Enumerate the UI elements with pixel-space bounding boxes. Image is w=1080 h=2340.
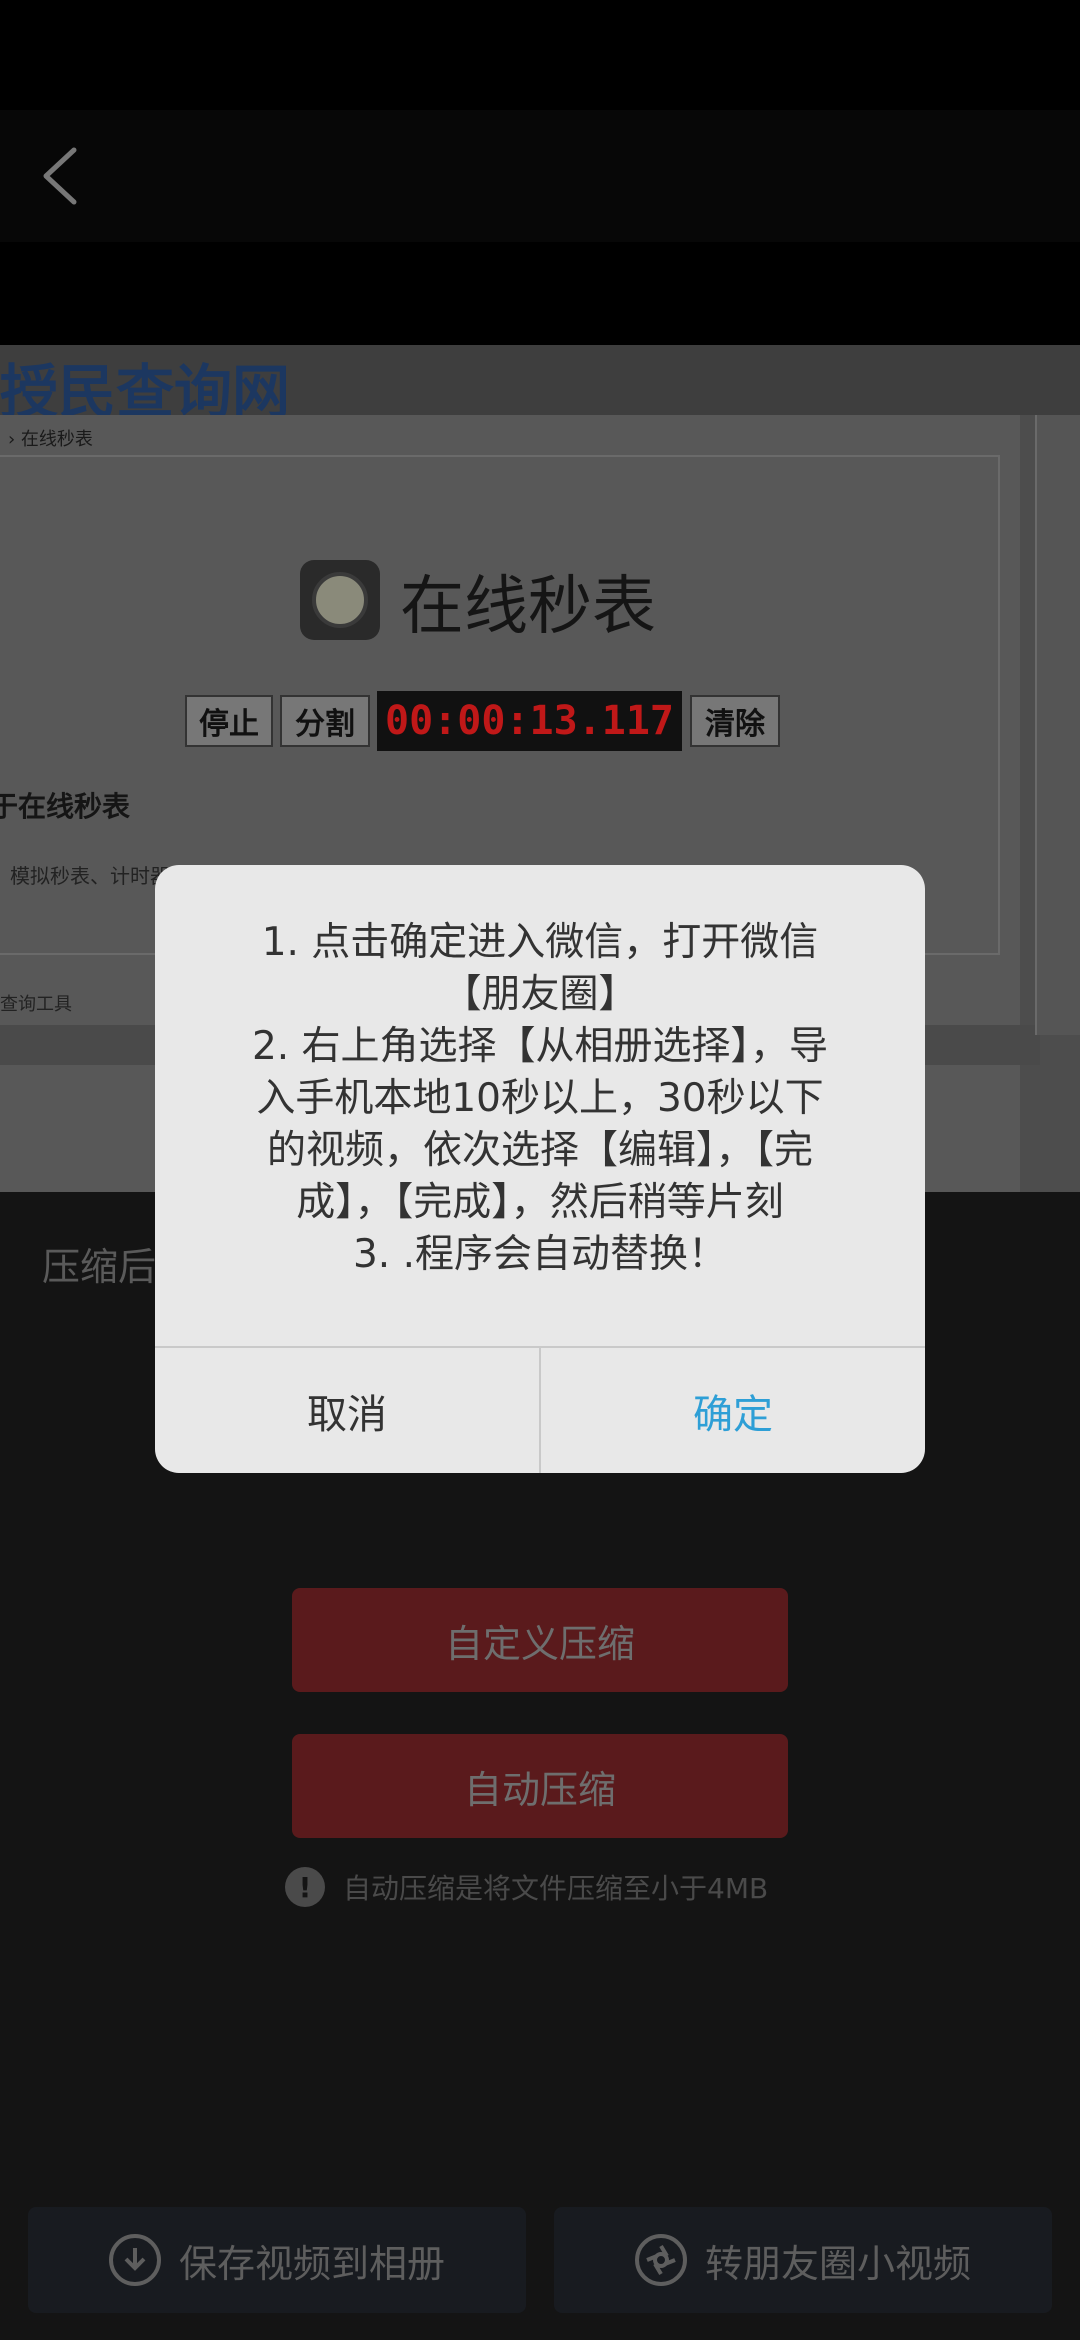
confirm-button[interactable]: 确定 — [541, 1348, 925, 1473]
dialog-line: 2. 右上角选择【从相册选择】，导 — [251, 1024, 829, 1069]
stopwatch-icon — [300, 560, 380, 640]
exclamation-icon: ! — [285, 1867, 325, 1907]
video-sidebar — [1035, 415, 1080, 1035]
dialog-message: 1. 点击确定进入微信，打开微信 【朋友圈】 2. 右上角选择【从相册选择】，导… — [185, 917, 895, 1281]
dialog-line: 成】，【完成】，然后稍等片刻 — [296, 1180, 784, 1225]
video-timer-readout: 00:00:13.117 — [377, 691, 682, 751]
dialog-line: 1. 点击确定进入微信，打开微信 — [261, 920, 819, 965]
compress-hint: ! 自动压缩是将文件压缩至小于4MB — [285, 1862, 768, 1912]
video-subtitle: 于在线秒表 — [0, 790, 131, 823]
dialog-line: 【朋友圈】 — [442, 972, 638, 1017]
chevron-left-icon — [43, 147, 77, 205]
share-moments-button[interactable]: 转朋友圈小视频 — [554, 2207, 1052, 2313]
save-video-label: 保存视频到相册 — [178, 2241, 445, 2286]
status-bar — [0, 0, 1080, 110]
share-moments-label: 转朋友圈小视频 — [704, 2241, 971, 2286]
aperture-icon — [634, 2234, 687, 2286]
instruction-dialog: 1. 点击确定进入微信，打开微信 【朋友圈】 2. 右上角选择【从相册选择】，导… — [155, 865, 925, 1473]
dialog-line: 入手机本地10秒以上，30秒以下 — [256, 1076, 824, 1121]
video-breadcrumb: › 在线秒表 — [8, 429, 93, 450]
compress-size-label: 压缩后 — [42, 1245, 157, 1289]
video-clear-label: 清除 — [690, 695, 780, 747]
dialog-line: 3. .程序会自动替换！ — [352, 1232, 727, 1277]
cancel-button[interactable]: 取消 — [155, 1348, 539, 1473]
video-site-header: 授民查询网 — [0, 345, 1080, 426]
save-video-button[interactable]: 保存视频到相册 — [28, 2207, 526, 2313]
compress-hint-text: 自动压缩是将文件压缩至小于4MB — [343, 1872, 769, 1905]
video-stop-label: 停止 — [185, 695, 273, 747]
video-page-title: 在线秒表 — [400, 570, 656, 644]
auto-compress-button[interactable]: 自动压缩 — [292, 1734, 788, 1838]
video-split-label: 分割 — [280, 695, 370, 747]
custom-compress-button[interactable]: 自定义压缩 — [292, 1588, 788, 1692]
top-bar — [0, 110, 1080, 242]
video-footer: 查询工具 — [0, 994, 72, 1015]
download-icon — [108, 2234, 161, 2286]
dialog-line: 的视频，依次选择【编辑】，【完 — [266, 1128, 813, 1173]
back-button[interactable] — [20, 136, 100, 216]
